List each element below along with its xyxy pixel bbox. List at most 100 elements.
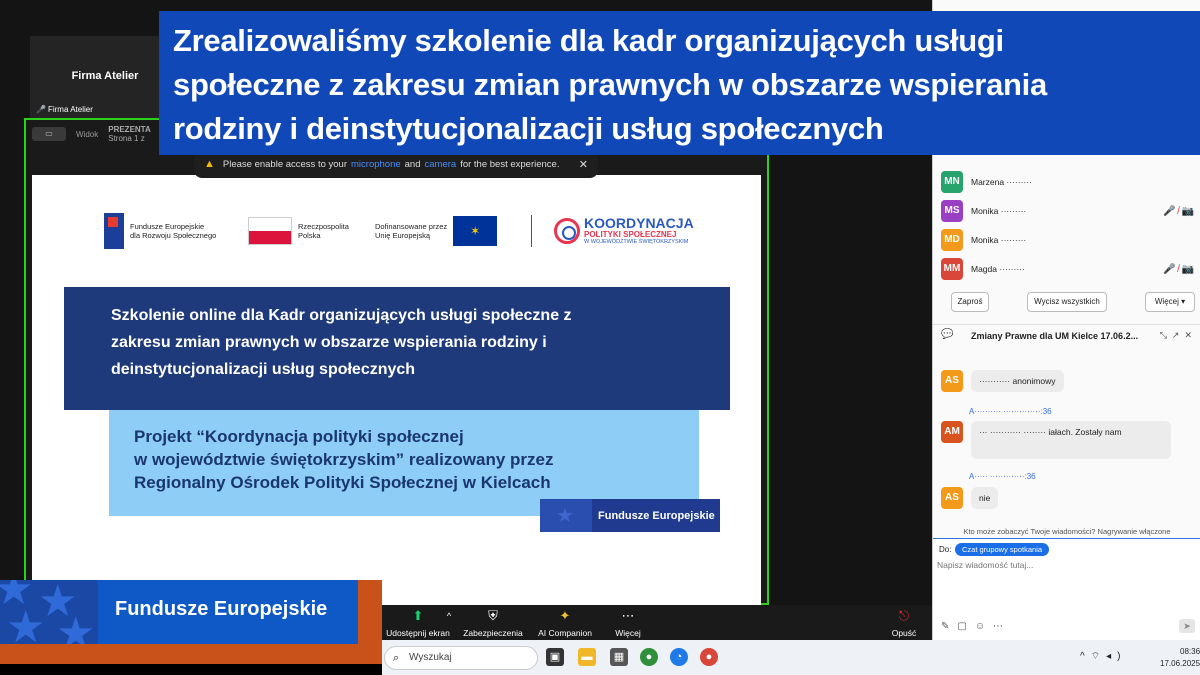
koord-subtitle: POLITYKI SPOŁECZNEJ	[584, 230, 677, 239]
koordynacja-logo-icon	[554, 218, 580, 244]
system-tray[interactable]: ^⌔◂)	[1080, 650, 1126, 663]
avatar: MM	[941, 258, 963, 280]
fe-logo: Fundusze Europejskie dla Rozwoju Społeczn…	[104, 211, 216, 251]
send-icon[interactable]: ➤	[1179, 619, 1195, 633]
avatar: AM	[941, 421, 963, 443]
more-options-button[interactable]: Więcej ▾	[1145, 292, 1195, 312]
chat-composer: Do: Czat grupowy spotkania Napisz wiadom…	[933, 538, 1200, 640]
headline-line: Zrealizowaliśmy szkolenie dla kadr organ…	[173, 23, 1004, 58]
leave-label: Opuść	[891, 628, 917, 638]
fe-badge-inner: ★ ★ ★ ★ Fundusze Europejskie	[0, 580, 358, 644]
presentation-slide: Fundusze Europejskie dla Rozwoju Społeczn…	[32, 175, 761, 605]
camera-link[interactable]: camera	[425, 159, 457, 170]
participant-row[interactable]: MS Monika ········· 🎤̸📷	[941, 199, 1197, 223]
permission-text-end: for the best experience.	[460, 158, 560, 170]
mic-muted-icon: 🎤	[36, 105, 46, 114]
logos-row: Fundusze Europejskie dla Rozwoju Społeczn…	[104, 211, 704, 251]
separator	[531, 211, 532, 251]
microphone-link[interactable]: microphone	[351, 159, 401, 170]
fe-stars-icon: ★ ★ ★ ★	[0, 580, 98, 644]
fe-logo-line2: dla Rozwoju Społecznego	[130, 231, 217, 240]
edge-icon[interactable]: ◔	[670, 648, 688, 666]
zoom-toolbar: ⬆ Udostępnij ekran ^ ⛨ Zabezpieczenia ✦ …	[382, 605, 932, 640]
close-icon[interactable]: ✕	[579, 158, 588, 171]
window-controls-icon[interactable]: ⤡↗✕	[1160, 330, 1197, 341]
poland-flag-icon	[248, 217, 292, 245]
clock-date: 17.06.2025	[1160, 659, 1200, 668]
ai-companion-button[interactable]: ✦ AI Companion	[534, 607, 596, 638]
page-label: Strona 1 z	[108, 134, 145, 143]
avatar: AS	[941, 370, 963, 392]
participant-row[interactable]: MN Marzena ·········	[941, 170, 1197, 194]
avatar: MN	[941, 171, 963, 193]
project-line: Regionalny Ośrodek Polityki Społecznej w…	[134, 473, 551, 492]
chat-tools[interactable]: ✎▢☺⋯	[941, 621, 1011, 632]
chat-icon: 💬	[941, 329, 954, 340]
clock[interactable]: 08:36 17.06.2025	[1160, 646, 1200, 670]
leave-button[interactable]: ⎋ Opuść	[886, 607, 922, 638]
invite-button[interactable]: Zaproś	[951, 292, 989, 312]
presenter-label: PREZENTA	[108, 125, 151, 134]
more-button[interactable]: ⋯ Więcej	[608, 607, 648, 638]
chat-header: 💬 Zmiany Prawne dla UM Kielce 17.06.2...…	[933, 324, 1200, 346]
eu-logo-line1: Dofinansowane przez	[375, 222, 448, 231]
task-view-icon[interactable]: ▣	[546, 648, 564, 666]
eu-logo: Dofinansowane przez Unię Europejską ✶	[375, 211, 498, 251]
project-line: Projekt “Koordynacja polityki społecznej	[134, 427, 464, 446]
more-label: Więcej	[615, 628, 641, 638]
headline-line: rodziny i deinstytucjonalizacji usług sp…	[173, 111, 884, 146]
fe-badge: ★ ★ ★ ★ Fundusze Europejskie	[0, 580, 382, 664]
message-meta: A····· ·············:36	[969, 472, 1036, 481]
participant-name: Magda ·········	[971, 264, 1025, 274]
message-bubble: ··· ··········· ········ iałach. Zostały…	[971, 421, 1171, 459]
eu-flag-icon: ✶	[453, 216, 498, 246]
chat-message: AS ··········· anonimowy	[941, 370, 1064, 392]
recipient-pill[interactable]: Czat grupowy spotkania	[955, 543, 1050, 556]
share-toolbar-button[interactable]: ▭	[32, 127, 66, 141]
chrome-icon[interactable]: ●	[640, 648, 658, 666]
search-icon: ⌕	[393, 652, 400, 664]
headline-line: społeczne z zakresu zmian prawnych w obs…	[173, 67, 1047, 102]
chrome-icon[interactable]: ●	[700, 648, 718, 666]
share-options-chevron[interactable]: ^	[442, 607, 456, 625]
security-button[interactable]: ⛨ Zabezpieczenia	[460, 607, 526, 638]
mute-all-button[interactable]: Wycisz wszystkich	[1027, 292, 1107, 312]
chat-visibility-note[interactable]: Kto może zobaczyć Twoje wiadomości? Nagr…	[933, 527, 1200, 536]
ai-companion-label: AI Companion	[538, 628, 592, 638]
slide-title-line: zakresu zmian prawnych w obszarze wspier…	[111, 334, 547, 351]
calculator-icon[interactable]: ▦	[610, 648, 628, 666]
fe-logo-line1: Fundusze Europejskie	[130, 222, 205, 231]
slide-title-box: Szkolenie online dla Kadr organizujących…	[64, 287, 730, 410]
taskbar-search[interactable]: ⌕ Wyszukaj	[384, 646, 538, 670]
share-toolbar: ▭ Widok PREZENTA Strona 1 z	[32, 124, 151, 144]
permission-text: Please enable access to your	[222, 158, 347, 170]
pl-logo: Rzeczpospolita Polska	[248, 211, 349, 251]
presenter-info: PREZENTA Strona 1 z	[108, 125, 151, 143]
participant-row[interactable]: MD Monika ·········	[941, 228, 1197, 252]
message-bubble: nie	[971, 487, 999, 509]
permission-and: and	[404, 158, 421, 170]
share-screen-label: Udostępnij ekran	[386, 628, 450, 638]
participant-tile[interactable]: Firma Atelier 🎤 Firma Atelier	[30, 36, 180, 118]
pl-logo-line1: Rzeczpospolita	[298, 222, 349, 231]
participant-actions: Zaproś Wycisz wszystkich Więcej ▾	[933, 292, 1200, 312]
fe-badge-label: Fundusze Europejskie	[115, 598, 328, 620]
chat-title: Zmiany Prawne dla UM Kielce 17.06.2...	[971, 331, 1139, 341]
participant-row[interactable]: MM Magda ········· 🎤̸📷	[941, 257, 1197, 281]
koord-region: W WOJEWÓDZTWIE ŚWIĘTOKRZYSKIM	[584, 239, 689, 245]
mic-video-off-icon: 🎤̸📷	[1163, 205, 1197, 217]
slide-title-line: deinstytucjonalizacji usług społecznych	[111, 361, 416, 378]
chat-input[interactable]: Napisz wiadomość tutaj...	[937, 560, 1033, 570]
chat-message: AS nie	[941, 487, 999, 509]
to-label: Do:	[939, 545, 952, 554]
windows-taskbar: ⌕ Wyszukaj ▣ ▬ ▦ ● ◔ ● ^⌔◂) 08:36 17.06.…	[382, 640, 1200, 675]
screen: Firma Atelier 🎤 Firma Atelier ▭ Widok PRE…	[0, 0, 1200, 675]
view-menu[interactable]: Widok	[76, 130, 98, 139]
participant-name: Monika ·········	[971, 206, 1027, 216]
file-explorer-icon[interactable]: ▬	[578, 648, 596, 666]
clock-time: 08:36	[1180, 647, 1200, 656]
avatar: MS	[941, 200, 963, 222]
view-label: Widok	[76, 129, 99, 139]
more-icon: ⋯	[621, 608, 635, 623]
participant-name: Monika ·········	[971, 235, 1027, 245]
